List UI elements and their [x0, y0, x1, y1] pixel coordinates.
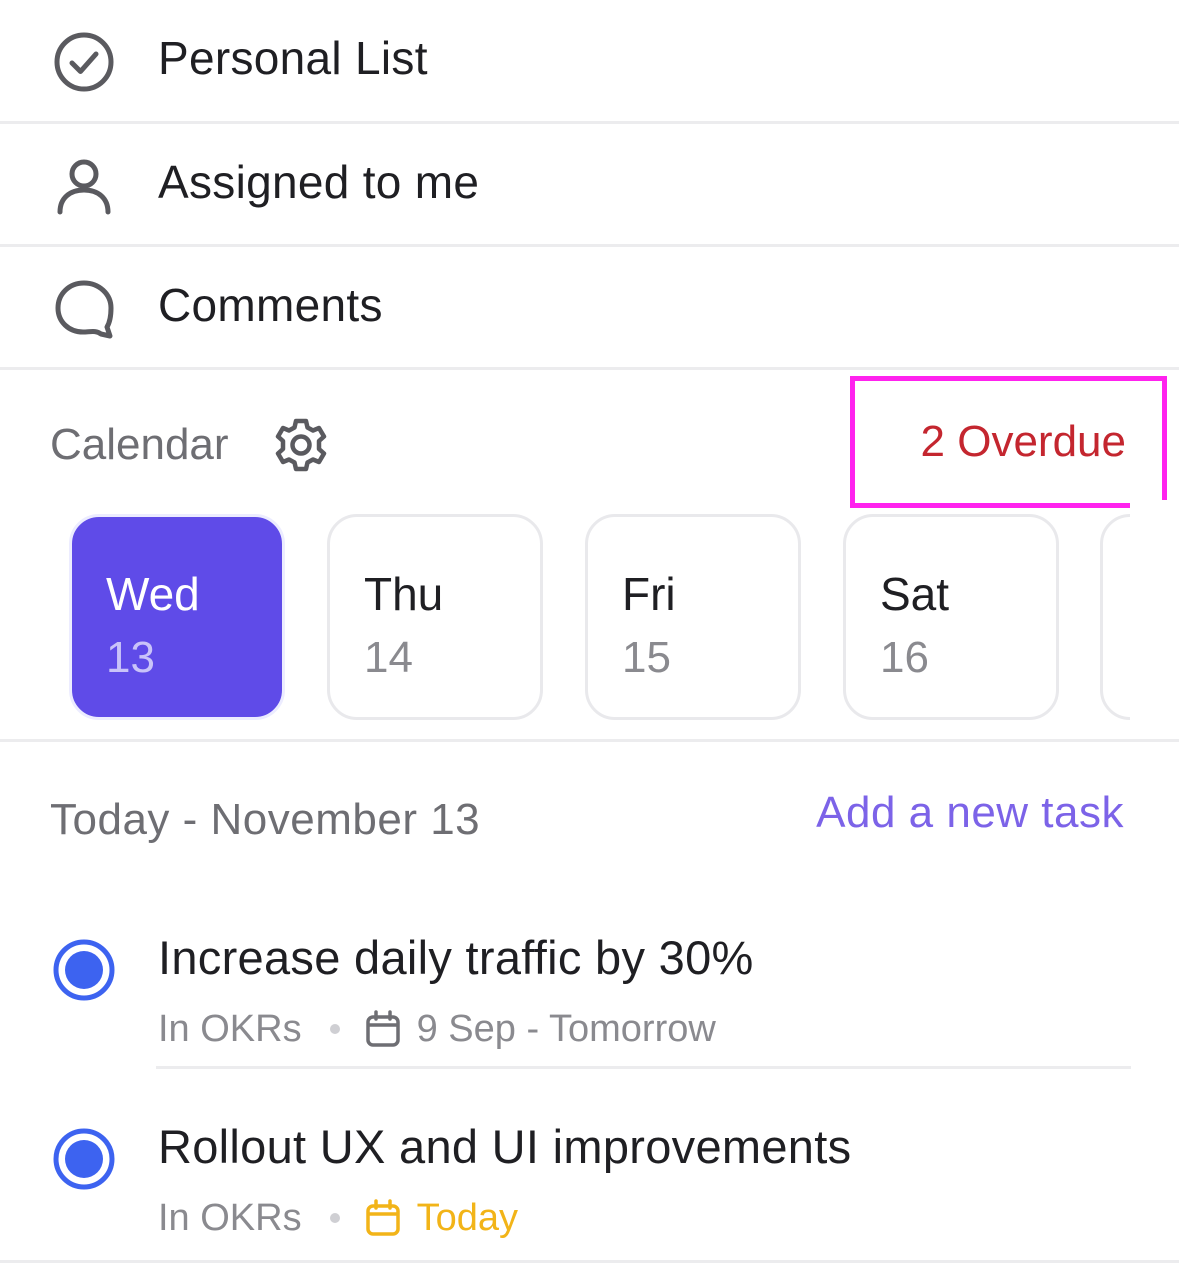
task-meta: In OKRs 9 Sep - Tomorrow [158, 1004, 716, 1054]
nav-item-label: Comments [158, 279, 383, 331]
day-number: 14 [364, 633, 413, 682]
meta-separator-dot [329, 1213, 340, 1223]
day-name: Thu [364, 568, 444, 620]
nav-item-personal-list[interactable]: Personal List [0, 0, 1179, 124]
day-card[interactable]: Sat 16 [843, 514, 1059, 720]
calendar-title: Calendar [50, 420, 229, 469]
day-number: 13 [106, 633, 155, 682]
task-list-name: In OKRs [158, 1196, 302, 1239]
nav-item-label: Personal List [158, 32, 428, 84]
nav-item-label: Assigned to me [158, 156, 480, 208]
task-meta: In OKRs Today [158, 1193, 518, 1243]
task-item[interactable]: Rollout UX and UI improvements In OKRs T… [0, 1089, 1179, 1269]
day-name: Sat [880, 568, 950, 620]
person-icon [57, 159, 111, 215]
bottom-divider [0, 1260, 1179, 1263]
task-title: Increase daily traffic by 30% [158, 931, 754, 984]
task-list-name: In OKRs [158, 1007, 302, 1050]
day-card[interactable]: Wed 13 [69, 514, 285, 720]
calendar-icon [365, 1199, 400, 1236]
day-number: 16 [880, 633, 929, 682]
comment-bubble-icon [55, 280, 114, 339]
task-due-date: 9 Sep - Tomorrow [416, 1007, 716, 1050]
day-card[interactable]: Fri 15 [585, 514, 801, 720]
section-divider [0, 739, 1179, 742]
nav-item-comments[interactable]: Comments [0, 247, 1179, 370]
meta-separator-dot [329, 1024, 340, 1034]
task-radio-icon[interactable] [52, 938, 116, 1002]
check-circle-icon [54, 32, 114, 92]
day-name: Wed [106, 568, 200, 620]
task-radio-icon[interactable] [52, 1127, 116, 1191]
day-name: Fri [622, 568, 676, 620]
tasks-panel: Personal List Assigned to me Comments Ca… [0, 0, 1179, 1271]
today-heading: Today - November 13 [50, 795, 481, 844]
calendar-icon [365, 1010, 400, 1047]
task-separator [156, 1066, 1131, 1069]
add-task-link[interactable]: Add a new task [816, 788, 1124, 838]
nav-item-assigned-to-me[interactable]: Assigned to me [0, 124, 1179, 247]
day-card[interactable]: Thu 14 [327, 514, 543, 720]
overdue-link[interactable]: 2 Overdue [850, 376, 1126, 508]
gear-icon[interactable] [272, 416, 330, 474]
day-number: 15 [622, 633, 671, 682]
task-item[interactable]: Increase daily traffic by 30% In OKRs 9 … [0, 900, 1179, 1080]
scroll-clip [1130, 500, 1179, 730]
task-title: Rollout UX and UI improvements [158, 1120, 852, 1173]
task-due-date: Today [416, 1196, 519, 1239]
